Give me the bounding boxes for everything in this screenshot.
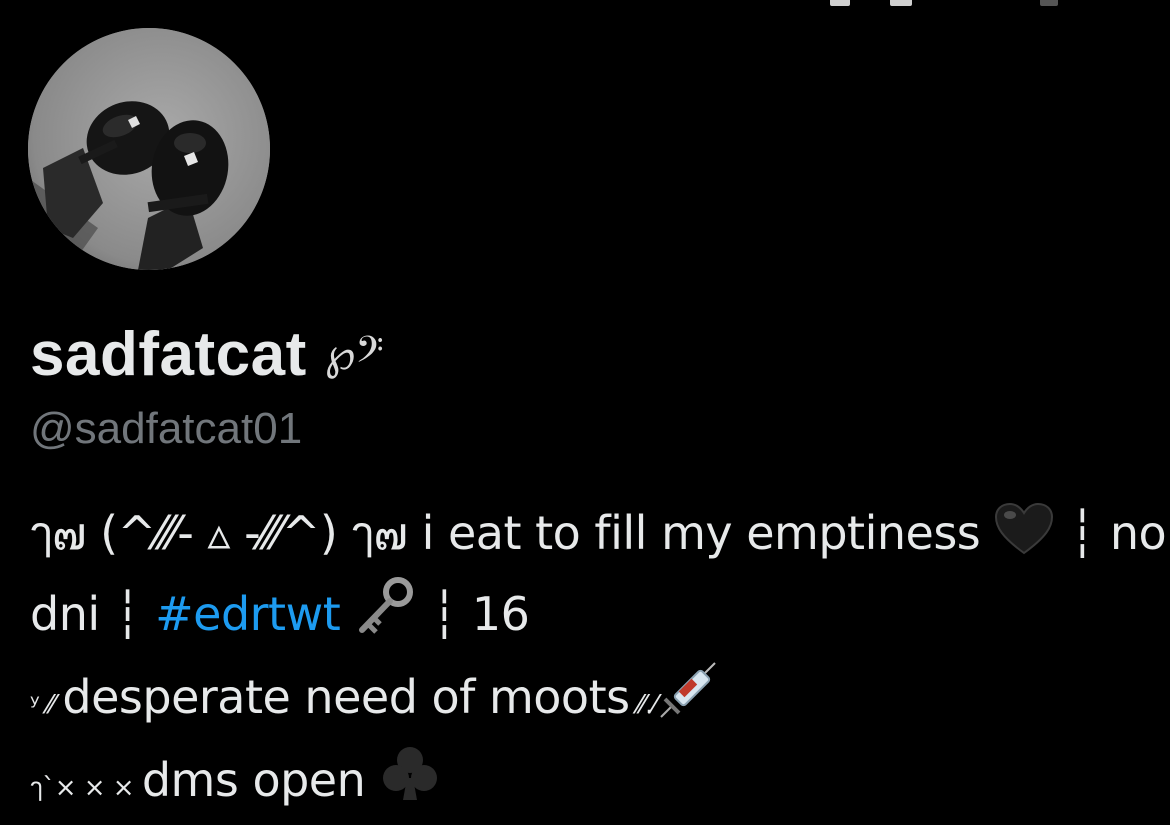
bio-line-1: ๅ๗ (^⁄⁄⁄‐ ▵ ‐⁄⁄⁄^) ๅ๗ i eat to fill my e… [30,496,1167,576]
cut-off-row [30,800,290,820]
bio-text-1: i eat to fill my emptiness [407,506,995,560]
bio-text-no: no [1109,506,1167,560]
bio-deco-3b: ⁄⁄.⁄ [629,690,657,720]
bio-kaomoji: ๅ๗ (^⁄⁄⁄‐ ▵ ‐⁄⁄⁄^) ๅ๗ [30,506,408,560]
black-heart-icon [994,502,1054,576]
status-bar-fragment [820,0,1080,8]
bio-text-dms: dms open [141,753,380,807]
bio-line-3: ʸ ⁄⁄ desperate need of moots ⁄⁄.⁄ [30,659,1140,742]
bio-line-2: dni ┆ #edrtwt ┆ 16 [30,576,1140,659]
bio-text-moots: desperate need of moots [62,670,630,724]
bio-deco-3: ʸ ⁄⁄ [30,690,63,720]
profile-bio: ๅ๗ (^⁄⁄⁄‐ ▵ ‐⁄⁄⁄^) ๅ๗ i eat to fill my e… [30,496,1167,825]
username-handle: @sadfatcat01 [30,404,303,453]
syringe-icon [657,659,719,742]
display-name-row: sadfatcat ℘𝄢 [30,318,384,390]
bio-separator-3: ┆ [416,587,472,641]
display-name-decoration: ℘𝄢 [324,328,384,380]
bio-separator-1: ┆ [1054,506,1110,560]
bio-separator-2: ┆ [99,587,156,641]
bio-age: 16 [471,587,530,641]
bio-deco-4: ๅ`× × × [30,773,142,803]
display-name: sadfatcat [30,319,307,389]
bio-text-dni: dni [30,587,100,641]
avatar-photo-icon [28,28,270,270]
old-key-icon [354,576,416,659]
avatar[interactable] [26,26,272,272]
hashtag-link[interactable]: #edrtwt [155,587,341,641]
